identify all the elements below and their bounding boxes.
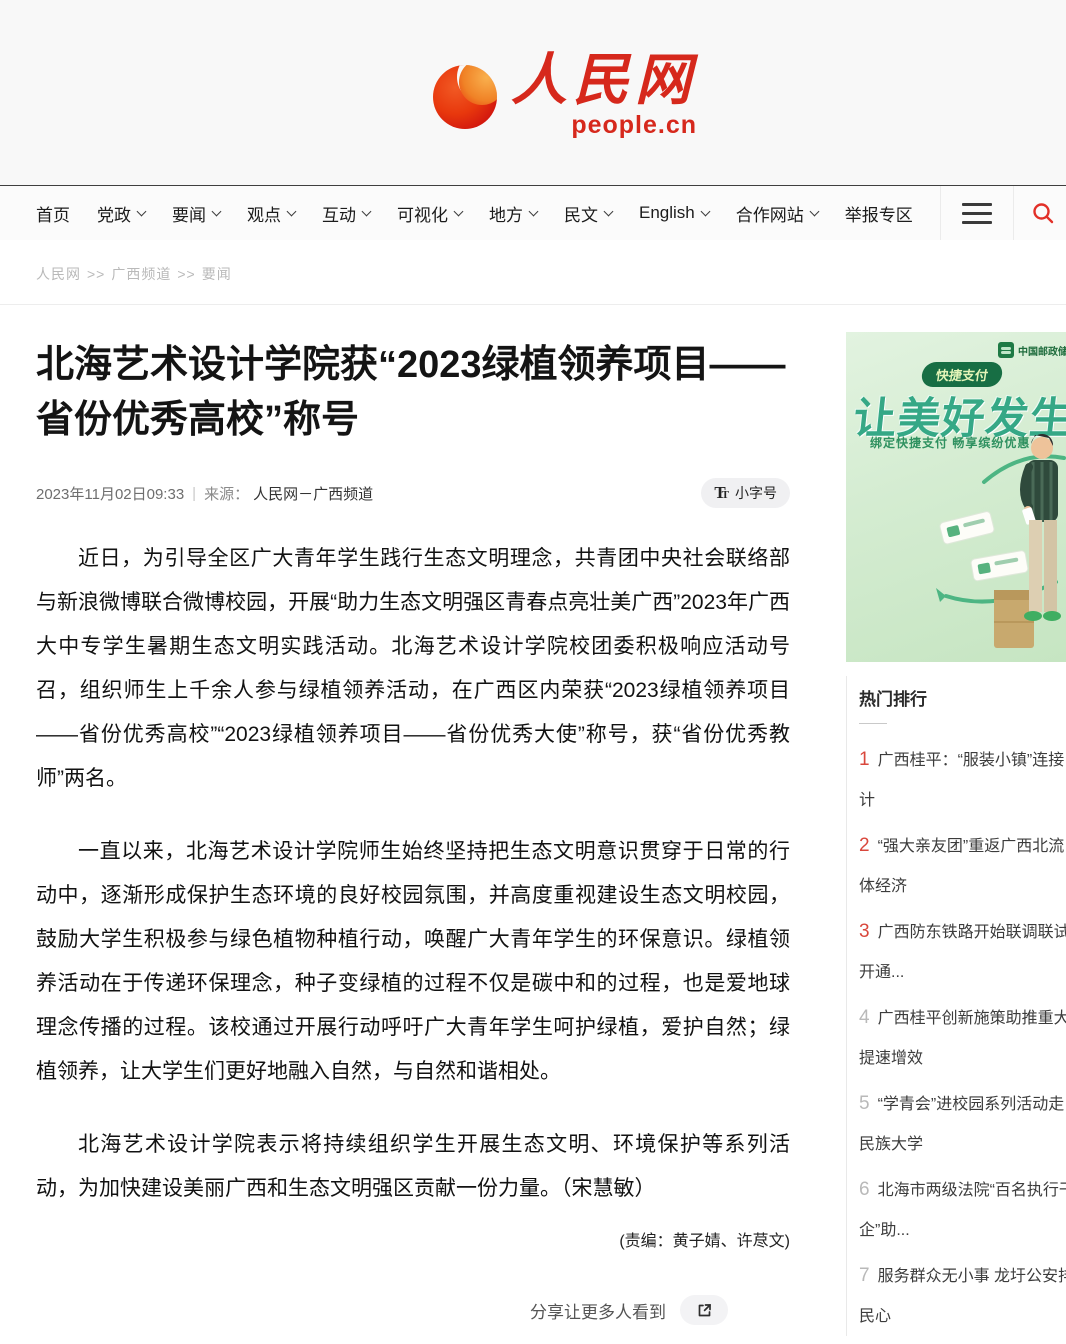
search-icon[interactable] — [1014, 201, 1066, 225]
rank-number: 7 — [859, 1265, 870, 1286]
nav-item-home[interactable]: 首页 — [36, 201, 70, 226]
chevron-down-icon — [287, 206, 297, 216]
hot-item[interactable]: 4广西桂平创新施策助推重大项 提速增效 — [859, 998, 1066, 1079]
main-nav: 首页 党政 要闻 观点 互动 可视化 地方 民文 English 合作网站 举报… — [0, 186, 1066, 240]
article-meta: 2023年11月02日09:33 | 来源： 人民网－广西频道 TT 小字号 — [36, 478, 790, 508]
hot-item[interactable]: 3广西防东铁路开始联调联试 预 开通... — [859, 912, 1066, 993]
rank-number: 4 — [859, 1007, 870, 1028]
hot-ranking-divider — [859, 723, 887, 724]
hot-ranking-title: 热门排行 — [859, 685, 1066, 710]
people-logo-icon — [433, 65, 497, 129]
chevron-down-icon — [604, 206, 614, 216]
breadcrumb-channel[interactable]: 广西频道 — [111, 266, 171, 282]
share-section: 分享让更多人看到 — [36, 1295, 790, 1325]
nav-item-difang[interactable]: 地方 — [489, 201, 537, 226]
nav-item-dangzheng[interactable]: 党政 — [97, 201, 145, 226]
hot-item[interactable]: 5“学青会”进校园系列活动走 民族大学 — [859, 1084, 1066, 1165]
rank-number: 2 — [859, 835, 870, 856]
sidebar: 中国邮政储蓄银行 快捷支付 让美好发生 绑定快捷支付 畅享缤纷优惠 — [846, 305, 1066, 1336]
rank-number: 6 — [859, 1179, 870, 1200]
chevron-down-icon — [529, 206, 539, 216]
share-button[interactable] — [680, 1295, 728, 1325]
hot-item[interactable]: 7服务群众无小事 龙圩公安排忧 民心 — [859, 1256, 1066, 1337]
logo-domain-text: people.cn — [571, 111, 697, 140]
chevron-down-icon — [362, 206, 372, 216]
people-logo[interactable]: 人民网 people.cn — [433, 53, 697, 140]
editor-credit: (责编：黄子婧、许荩文) — [36, 1227, 790, 1251]
breadcrumb: 人民网>>广西频道>>要闻 — [0, 240, 1066, 284]
nav-item-minwen[interactable]: 民文 — [564, 201, 612, 226]
hot-item[interactable]: 1广西桂平：“服装小镇”连接 计 — [859, 740, 1066, 821]
logo-chinese-text: 人民网 — [511, 53, 697, 109]
share-label: 分享让更多人看到 — [530, 1298, 666, 1323]
article-paragraph: 近日，为引导全区广大青年学生践行生态文明理念，共青团中央社会联络部与新浪微博联合… — [36, 537, 790, 801]
nav-item-guandian[interactable]: 观点 — [247, 201, 295, 226]
chevron-down-icon — [700, 206, 710, 216]
hamburger-menu-icon[interactable] — [941, 203, 1013, 224]
nav-item-keshihua[interactable]: 可视化 — [397, 201, 462, 226]
nav-item-yaowen[interactable]: 要闻 — [172, 201, 220, 226]
hot-ranking: 热门排行 1广西桂平：“服装小镇”连接 计 2“强大亲友团”重返广西北流 体经济… — [846, 676, 1066, 1336]
rank-number: 3 — [859, 921, 870, 942]
article: 北海艺术设计学院获“2023绿植领养项目——省份优秀高校”称号 2023年11月… — [0, 305, 846, 1336]
chevron-down-icon — [454, 206, 464, 216]
chevron-down-icon — [137, 206, 147, 216]
source-link[interactable]: 人民网－广西频道 — [253, 483, 373, 504]
site-header: 人民网 people.cn — [0, 0, 1066, 186]
hot-item[interactable]: 6北海市两级法院“百名执行干 企”助... — [859, 1170, 1066, 1251]
page: 人民网 people.cn 首页 党政 要闻 观点 互动 可视化 地方 民文 E… — [0, 0, 1066, 1344]
rank-number: 1 — [859, 749, 870, 770]
publish-date: 2023年11月02日09:33 — [36, 483, 184, 504]
breadcrumb-section[interactable]: 要闻 — [202, 266, 232, 282]
nav-item-hudong[interactable]: 互动 — [322, 201, 370, 226]
chevron-down-icon — [809, 206, 819, 216]
nav-item-jubao[interactable]: 举报专区 — [845, 201, 913, 226]
source-label: 来源： — [204, 483, 249, 504]
article-paragraph: 一直以来，北海艺术设计学院师生始终坚持把生态文明意识贯穿于日常的行动中，逐渐形成… — [36, 830, 790, 1094]
rank-number: 5 — [859, 1093, 870, 1114]
nav-item-hezuo[interactable]: 合作网站 — [736, 201, 818, 226]
nav-item-english[interactable]: English — [639, 203, 709, 223]
article-paragraph: 北海艺术设计学院表示将持续组织学生开展生态文明、环境保护等系列活动，为加快建设美… — [36, 1123, 790, 1211]
share-icon — [696, 1302, 713, 1319]
breadcrumb-home[interactable]: 人民网 — [36, 266, 81, 282]
chevron-down-icon — [212, 206, 222, 216]
ad-illustration — [846, 332, 1066, 662]
hot-item[interactable]: 2“强大亲友团”重返广西北流 体经济 — [859, 826, 1066, 907]
font-size-button[interactable]: TT 小字号 — [701, 478, 790, 508]
bank-advertisement[interactable]: 中国邮政储蓄银行 快捷支付 让美好发生 绑定快捷支付 畅享缤纷优惠 — [846, 332, 1066, 662]
page-title: 北海艺术设计学院获“2023绿植领养项目——省份优秀高校”称号 — [36, 338, 790, 448]
